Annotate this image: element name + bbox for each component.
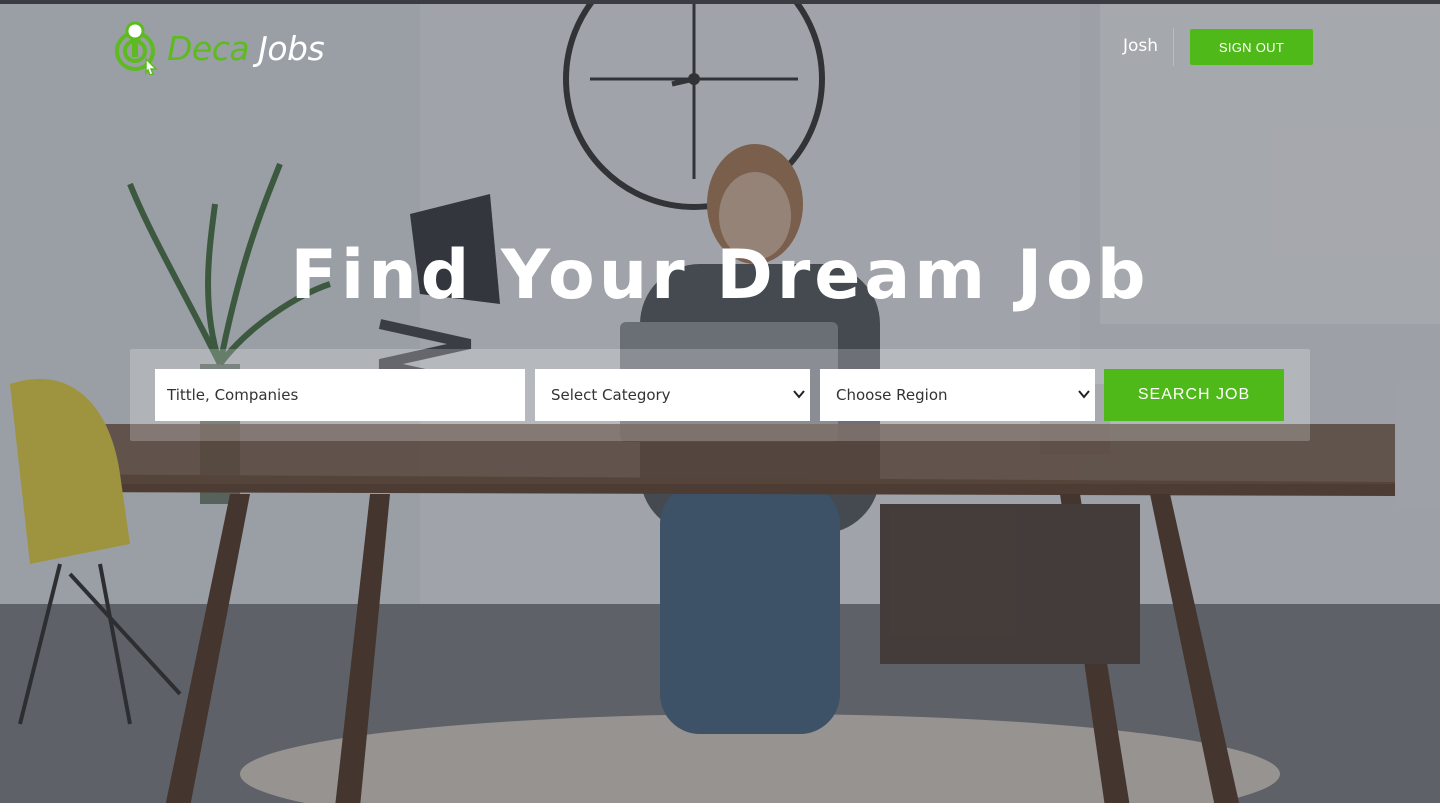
deca-logo-icon — [113, 21, 163, 76]
category-select[interactable]: Select Category — [535, 369, 810, 421]
hero-title: Find Your Dream Job — [290, 236, 1150, 315]
logo-word-deca: Deca — [167, 28, 250, 68]
keyword-search-input[interactable] — [155, 369, 525, 421]
user-name-link[interactable]: Josh — [1123, 36, 1158, 56]
sign-out-button[interactable]: SIGN OUT — [1190, 29, 1313, 65]
search-job-button[interactable]: SEARCH JOB — [1104, 369, 1284, 421]
site-logo[interactable]: Deca Jobs — [113, 20, 325, 76]
region-select[interactable]: Choose Region — [820, 369, 1095, 421]
category-select-value: Select Category — [551, 386, 671, 404]
region-select-value: Choose Region — [836, 386, 948, 404]
chevron-down-icon — [793, 390, 805, 399]
chevron-down-icon — [1078, 390, 1090, 399]
logo-text: Deca Jobs — [167, 28, 325, 68]
logo-word-jobs: Jobs — [258, 28, 325, 68]
nav-divider — [1173, 28, 1174, 66]
